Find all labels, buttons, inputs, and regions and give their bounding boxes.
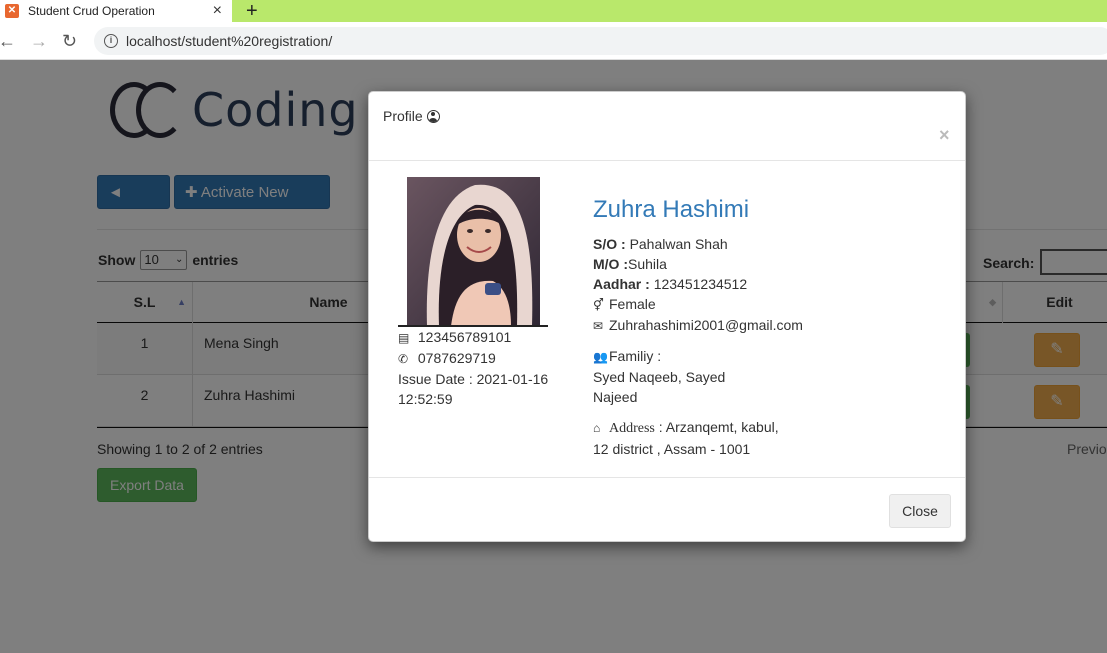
- so-value: Pahalwan Shah: [629, 236, 728, 252]
- aadhar-value: 123451234512: [653, 276, 748, 292]
- mo-label: M/O :: [593, 256, 628, 272]
- tab-strip: ✕ Student Crud Operation × +: [0, 0, 1107, 22]
- aadhar-label: Aadhar :: [593, 276, 650, 292]
- gender-value: Female: [609, 296, 656, 312]
- forward-arrow-icon[interactable]: →: [30, 30, 48, 52]
- gender-line: ⚥ Female: [593, 294, 923, 315]
- phone-number: 0787629719: [417, 350, 496, 366]
- profile-photo-image: [407, 177, 540, 326]
- email-line: ✉ Zuhrahashimi2001@gmail.com: [593, 315, 923, 336]
- so-line: S/O : Pahalwan Shah: [593, 234, 923, 254]
- new-tab-button[interactable]: +: [246, 0, 258, 22]
- modal-footer: Close: [369, 477, 965, 541]
- card-details: ▤ 123456789101 ✆ 0787629719 Issue Date :…: [398, 327, 558, 409]
- browser-tab[interactable]: ✕ Student Crud Operation ×: [0, 0, 232, 22]
- envelope-icon: ✉: [593, 319, 604, 333]
- browser-toolbar: ← → ↻ i localhost/student%20registration…: [0, 22, 1107, 60]
- family-label: Familiy :: [609, 348, 662, 364]
- id-card-icon: ▤: [398, 331, 410, 345]
- address-line: ⌂ Address : Arzanqemt, kabul, 12 district…: [593, 417, 793, 459]
- profile-details: Zuhra Hashimi S/O : Pahalwan Shah M/O :S…: [593, 192, 923, 459]
- tab-title: Student Crud Operation: [28, 4, 155, 18]
- xampp-favicon-icon: ✕: [5, 4, 19, 18]
- reload-icon[interactable]: ↻: [62, 30, 77, 52]
- user-circle-icon: [426, 109, 440, 123]
- close-button[interactable]: Close: [889, 494, 951, 528]
- card-number: 123456789101: [417, 329, 512, 345]
- profile-photo: [407, 177, 540, 326]
- aadhar-line: Aadhar : 123451234512: [593, 274, 923, 294]
- phone-line: ✆ 0787629719: [398, 348, 558, 369]
- gender-icon: ⚥: [593, 298, 604, 312]
- address-label: Address: [609, 421, 655, 436]
- family-line: 👥Familiy :: [593, 346, 923, 367]
- info-icon[interactable]: i: [104, 34, 118, 48]
- email-value: Zuhrahashimi2001@gmail.com: [609, 317, 803, 333]
- back-arrow-icon[interactable]: ←: [0, 30, 16, 52]
- modal-header: Profile ×: [369, 92, 965, 161]
- card-number-line: ▤ 123456789101: [398, 327, 558, 348]
- phone-icon: ✆: [398, 352, 409, 366]
- url-text[interactable]: localhost/student%20registration/: [126, 33, 332, 49]
- issue-date: Issue Date : 2021-01-16 12:52:59: [398, 371, 549, 407]
- student-name: Zuhra Hashimi: [593, 196, 750, 223]
- users-icon: 👥: [593, 350, 608, 364]
- tab-close-icon[interactable]: ×: [213, 0, 222, 22]
- so-label: S/O :: [593, 236, 626, 252]
- modal-title-text: Profile: [383, 108, 423, 124]
- close-icon[interactable]: ×: [939, 126, 950, 144]
- home-icon: ⌂: [593, 421, 601, 435]
- mo-line: M/O :Suhila: [593, 254, 923, 274]
- mo-value: Suhila: [628, 256, 667, 272]
- modal-title: Profile: [383, 108, 440, 124]
- profile-modal: Profile × ▤ 123456789101 ✆ 0787629719 Is…: [368, 91, 966, 542]
- address-bar[interactable]: i localhost/student%20registration/: [94, 27, 1107, 55]
- family-value: Syed Naqeeb, Sayed Najeed: [593, 369, 726, 405]
